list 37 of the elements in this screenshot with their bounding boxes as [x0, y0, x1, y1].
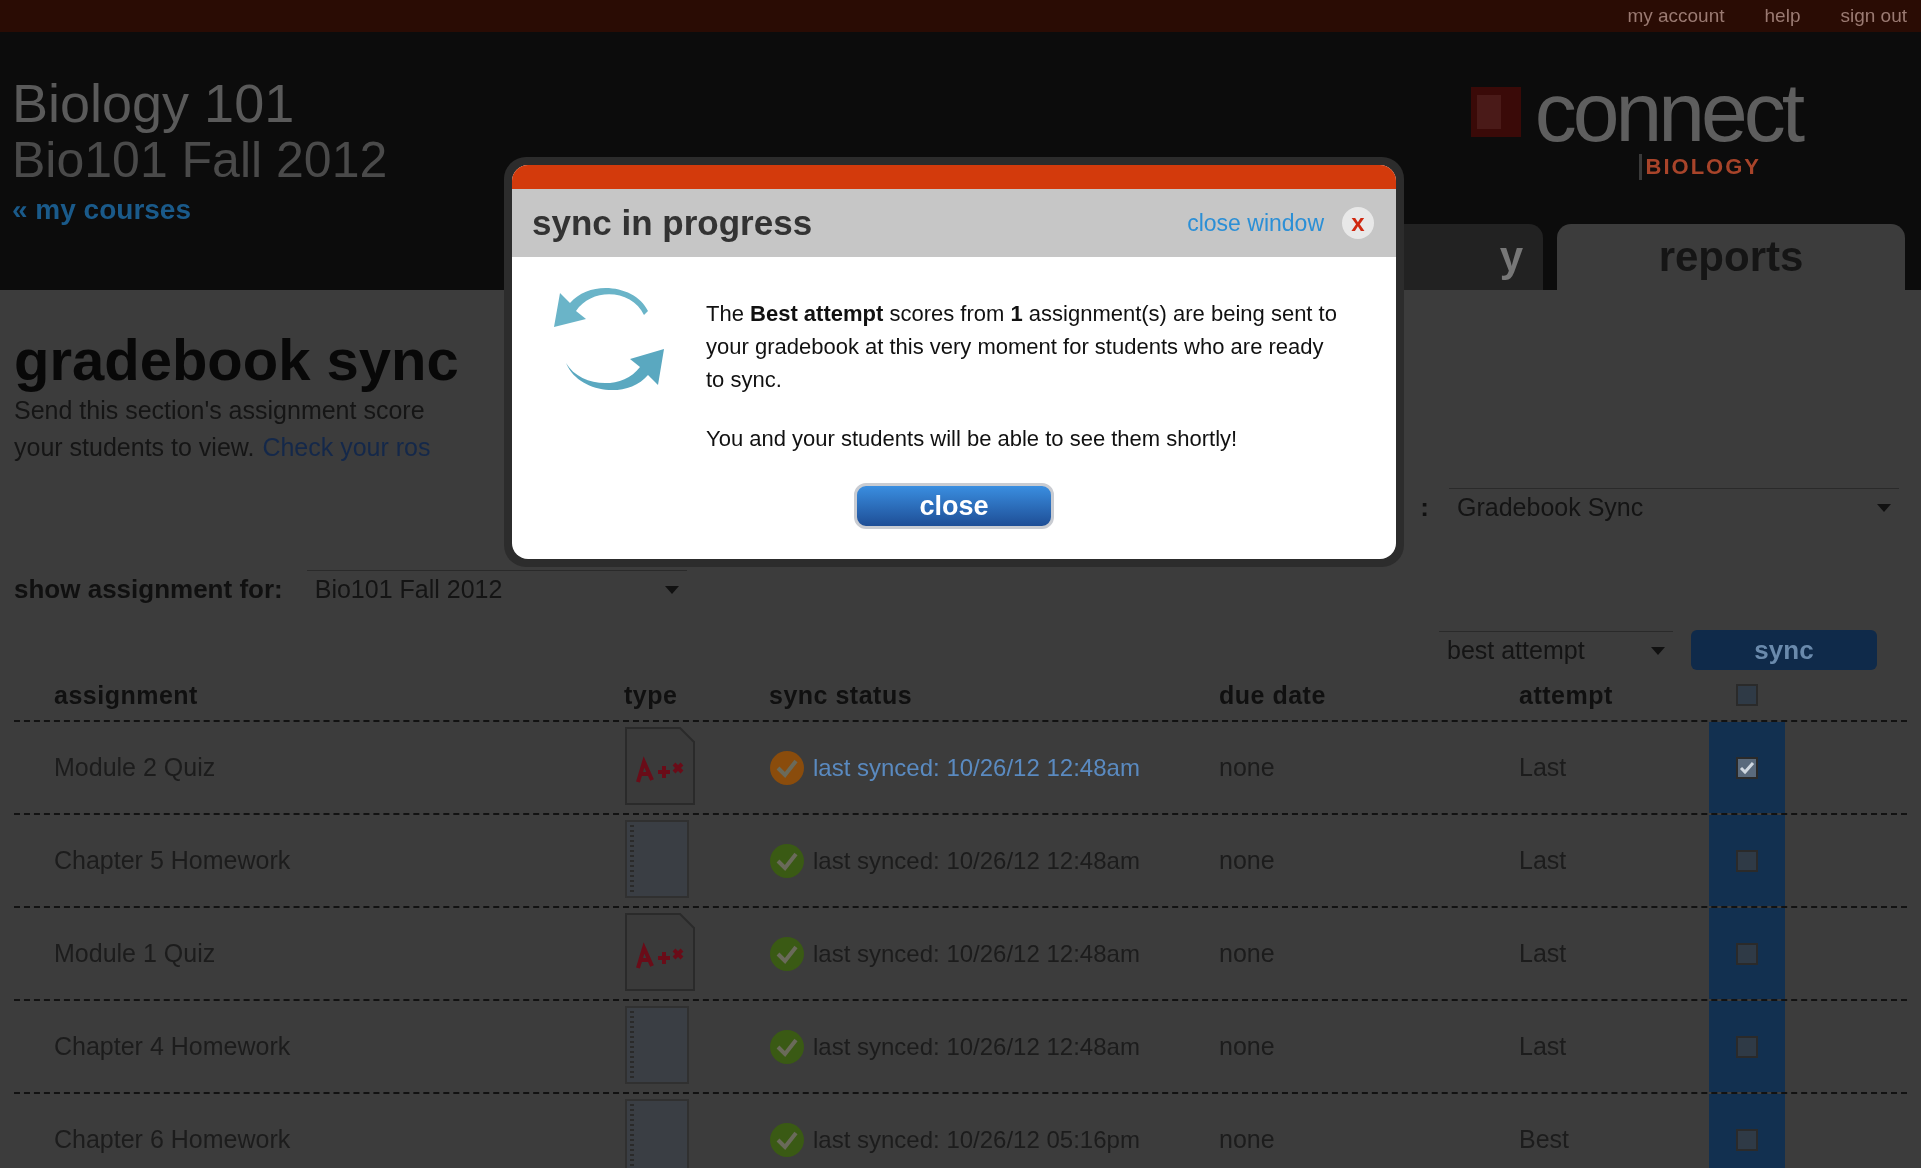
check-circle-icon — [769, 935, 805, 972]
row-checkbox[interactable] — [1736, 1128, 1758, 1151]
dialog-note: You and your students will be able to see them shortly! — [706, 425, 1239, 453]
course-title: Biology 101 — [12, 74, 296, 132]
sync-button[interactable]: sync — [1691, 630, 1877, 670]
close-button[interactable]: x — [1342, 207, 1374, 239]
notebook-icon — [624, 1004, 690, 1085]
close-window-link[interactable]: close window — [1187, 209, 1324, 237]
notebook-icon — [624, 818, 690, 899]
check-circle-icon — [769, 1028, 805, 1065]
checkmark-icon — [1739, 759, 1755, 776]
top-nav-link[interactable]: sign out — [1840, 5, 1907, 27]
close-button[interactable]: close — [854, 483, 1054, 529]
caret-icon — [1651, 646, 1665, 655]
check-circle-icon — [769, 749, 805, 786]
row-checkbox[interactable] — [1736, 849, 1758, 872]
caret-icon — [664, 585, 679, 594]
quiz-icon — [624, 911, 696, 992]
publisher-logo-icon — [1470, 87, 1521, 137]
dialog-title: sync in progress — [532, 203, 813, 243]
check-circle-icon — [769, 1121, 805, 1158]
section-name: Bio101 Fall 2012 — [12, 132, 388, 188]
logo-subject: BIOLOGY — [1638, 154, 1761, 180]
quiz-icon — [624, 725, 696, 806]
my-courses-link[interactable]: « my courses — [12, 194, 388, 226]
dialog-message: The Best attempt scores from 1 assignment(s) are being sent to your gradebook at this very moment for students who are ready to sync. — [706, 300, 1338, 394]
select-all-checkbox[interactable] — [1736, 684, 1758, 706]
row-checkbox[interactable] — [1736, 942, 1758, 965]
sync-status-text: last synced: 10/26/12 12:48am — [813, 753, 1140, 782]
check-circle-icon — [769, 842, 805, 879]
top-nav-link[interactable]: my account — [1627, 5, 1725, 27]
logo-wordmark: connect — [1534, 70, 1801, 154]
row-checkbox[interactable] — [1736, 756, 1758, 779]
caret-icon — [1877, 503, 1891, 512]
top-nav-link[interactable]: help — [1764, 5, 1801, 27]
view-label: : — [1420, 491, 1429, 523]
row-checkbox[interactable] — [1736, 1035, 1758, 1058]
